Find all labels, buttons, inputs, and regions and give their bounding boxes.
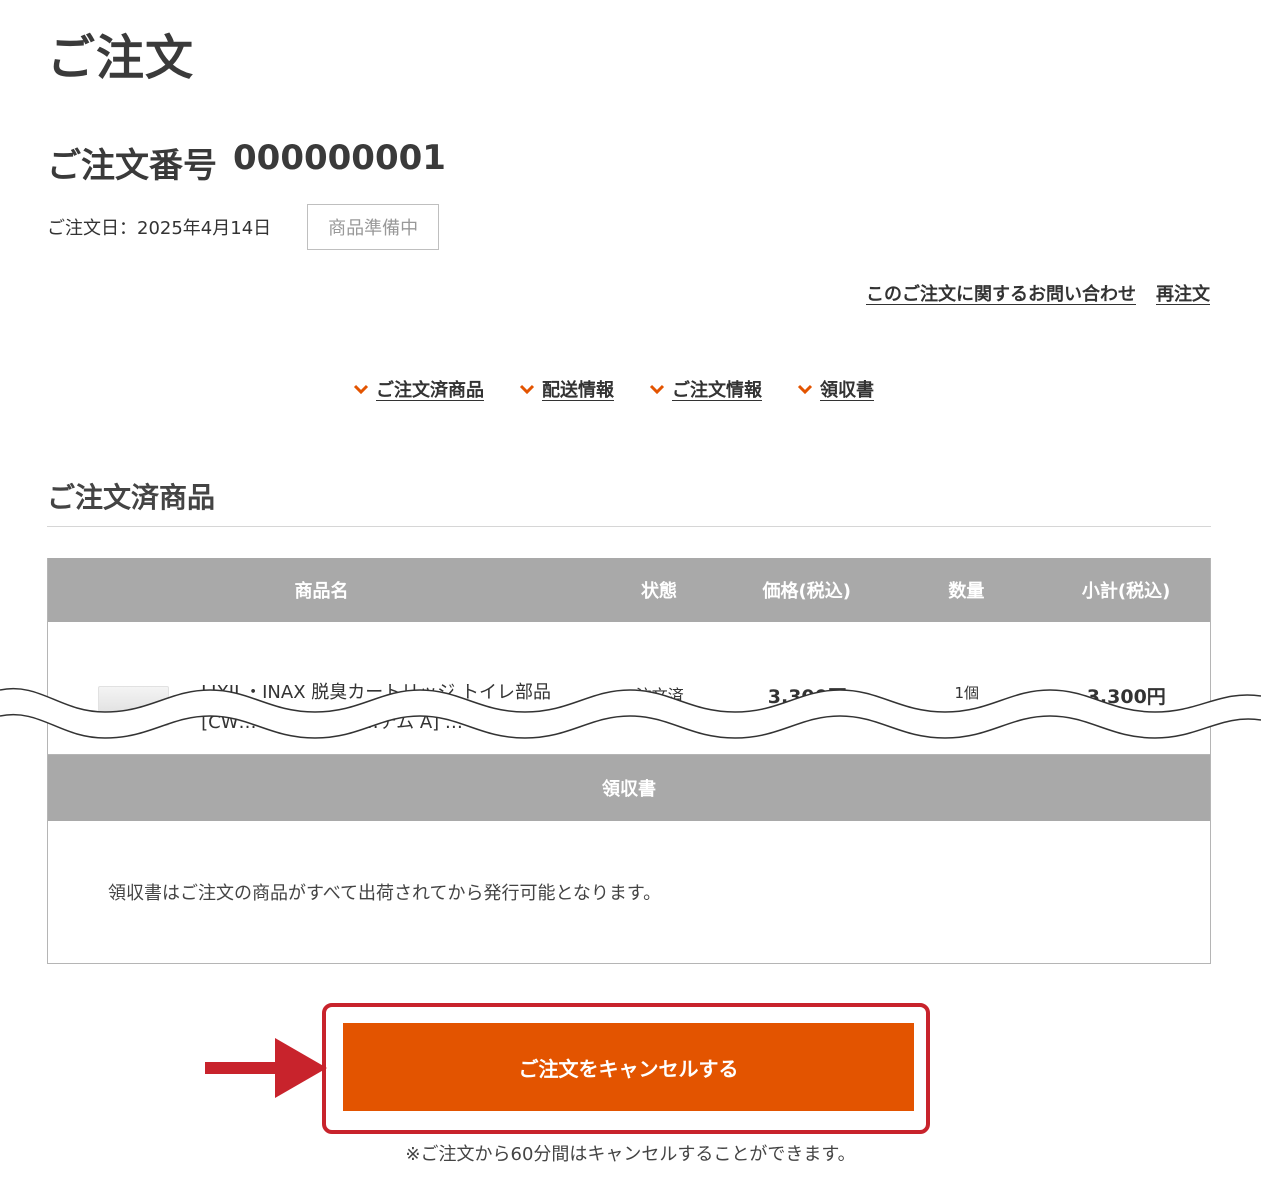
chevron-down-icon [649, 384, 665, 395]
column-header-price: 価格(税込) [762, 581, 851, 602]
cancel-order-button[interactable]: ご注文をキャンセルする [343, 1023, 914, 1111]
receipt-note: 領収書はご注文の商品がすべて出荷されてから発行可能となります。 [108, 883, 662, 904]
column-header-subtotal: 小計(税込) [1081, 581, 1171, 602]
anchor-order-info[interactable]: ご注文情報 [648, 376, 762, 402]
column-header-quantity: 数量 [948, 581, 985, 602]
chevron-down-icon [519, 384, 535, 395]
anchor-label: ご注文済商品 [376, 380, 484, 401]
page-title: ご注文 [47, 30, 195, 86]
chevron-down-icon [797, 384, 813, 395]
order-actions: このご注文に関するお問い合わせ 再注文 [866, 280, 1210, 306]
section-heading-ordered-items: ご注文済商品 [47, 481, 216, 514]
order-number-label: ご注文番号 [47, 146, 217, 186]
pointer-arrow-icon [205, 1038, 327, 1098]
torn-edge-separator [0, 688, 1261, 739]
anchor-label: ご注文情報 [672, 380, 762, 401]
chevron-down-icon [353, 384, 369, 395]
anchor-ordered-items[interactable]: ご注文済商品 [352, 376, 484, 402]
table-header: 商品名 状態 価格(税込) 数量 小計(税込) [48, 558, 1210, 622]
receipt-heading: 領収書 [48, 755, 1210, 821]
order-number-heading: ご注文番号 000000001 [47, 138, 446, 187]
anchor-label: 配送情報 [542, 380, 614, 401]
divider [47, 526, 1211, 527]
column-header-product-name: 商品名 [294, 581, 349, 602]
order-date: ご注文日：2025年4月14日 [47, 218, 272, 239]
column-header-status: 状態 [640, 581, 677, 602]
anchor-nav: ご注文済商品 配送情報 ご注文情報 領収書 [352, 376, 874, 402]
receipt-section: 領収書 領収書はご注文の商品がすべて出荷されてから発行可能となります。 [47, 754, 1211, 964]
anchor-receipt[interactable]: 領収書 [796, 376, 874, 402]
order-number-value: 000000001 [233, 138, 446, 178]
order-meta: ご注文日：2025年4月14日 商品準備中 [47, 204, 440, 250]
anchor-label: 領収書 [820, 380, 874, 401]
anchor-shipping-info[interactable]: 配送情報 [518, 376, 614, 402]
inquiry-link[interactable]: このご注文に関するお問い合わせ [866, 280, 1136, 306]
status-badge: 商品準備中 [307, 204, 440, 250]
cancel-note: ※ご注文から60分間はキャンセルすることができます。 [405, 1144, 856, 1165]
reorder-link[interactable]: 再注文 [1156, 280, 1210, 306]
